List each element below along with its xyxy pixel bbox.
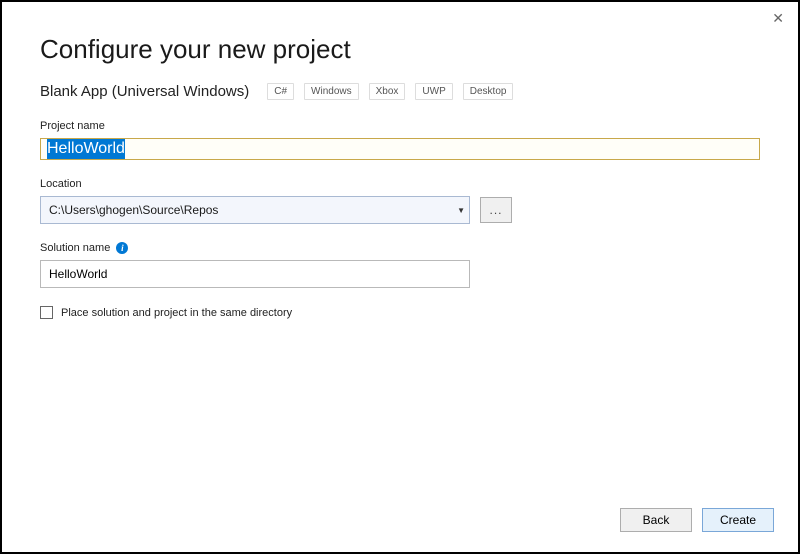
project-name-value: HelloWorld (47, 139, 125, 159)
page-title: Configure your new project (40, 34, 760, 65)
close-icon[interactable]: ✕ (772, 10, 784, 27)
dialog-footer: Back Create (620, 508, 774, 532)
back-button[interactable]: Back (620, 508, 692, 532)
browse-button[interactable]: ... (480, 197, 512, 223)
tag-list: C# Windows Xbox UWP Desktop (267, 83, 513, 100)
template-row: Blank App (Universal Windows) C# Windows… (40, 83, 760, 100)
solution-name-label: Solution name i (40, 242, 760, 254)
tag: C# (267, 83, 294, 100)
same-directory-row: Place solution and project in the same d… (40, 306, 760, 319)
project-name-field[interactable]: HelloWorld (40, 138, 760, 160)
location-field[interactable]: C:\Users\ghogen\Source\Repos ▼ (40, 196, 470, 224)
same-directory-label: Place solution and project in the same d… (61, 307, 292, 319)
project-name-group: Project name HelloWorld (40, 120, 760, 160)
create-button[interactable]: Create (702, 508, 774, 532)
solution-name-group: Solution name i (40, 242, 760, 288)
tag: Desktop (463, 83, 514, 100)
location-label: Location (40, 178, 760, 190)
dialog-content: Configure your new project Blank App (Un… (2, 2, 798, 319)
info-icon[interactable]: i (116, 242, 128, 254)
project-name-label: Project name (40, 120, 760, 132)
chevron-down-icon: ▼ (457, 206, 465, 215)
solution-name-field[interactable] (40, 260, 470, 288)
location-group: Location C:\Users\ghogen\Source\Repos ▼ … (40, 178, 760, 224)
tag: Xbox (369, 83, 406, 100)
template-name: Blank App (Universal Windows) (40, 83, 249, 100)
tag: Windows (304, 83, 359, 100)
same-directory-checkbox[interactable] (40, 306, 53, 319)
tag: UWP (415, 83, 452, 100)
location-value: C:\Users\ghogen\Source\Repos (49, 203, 218, 217)
